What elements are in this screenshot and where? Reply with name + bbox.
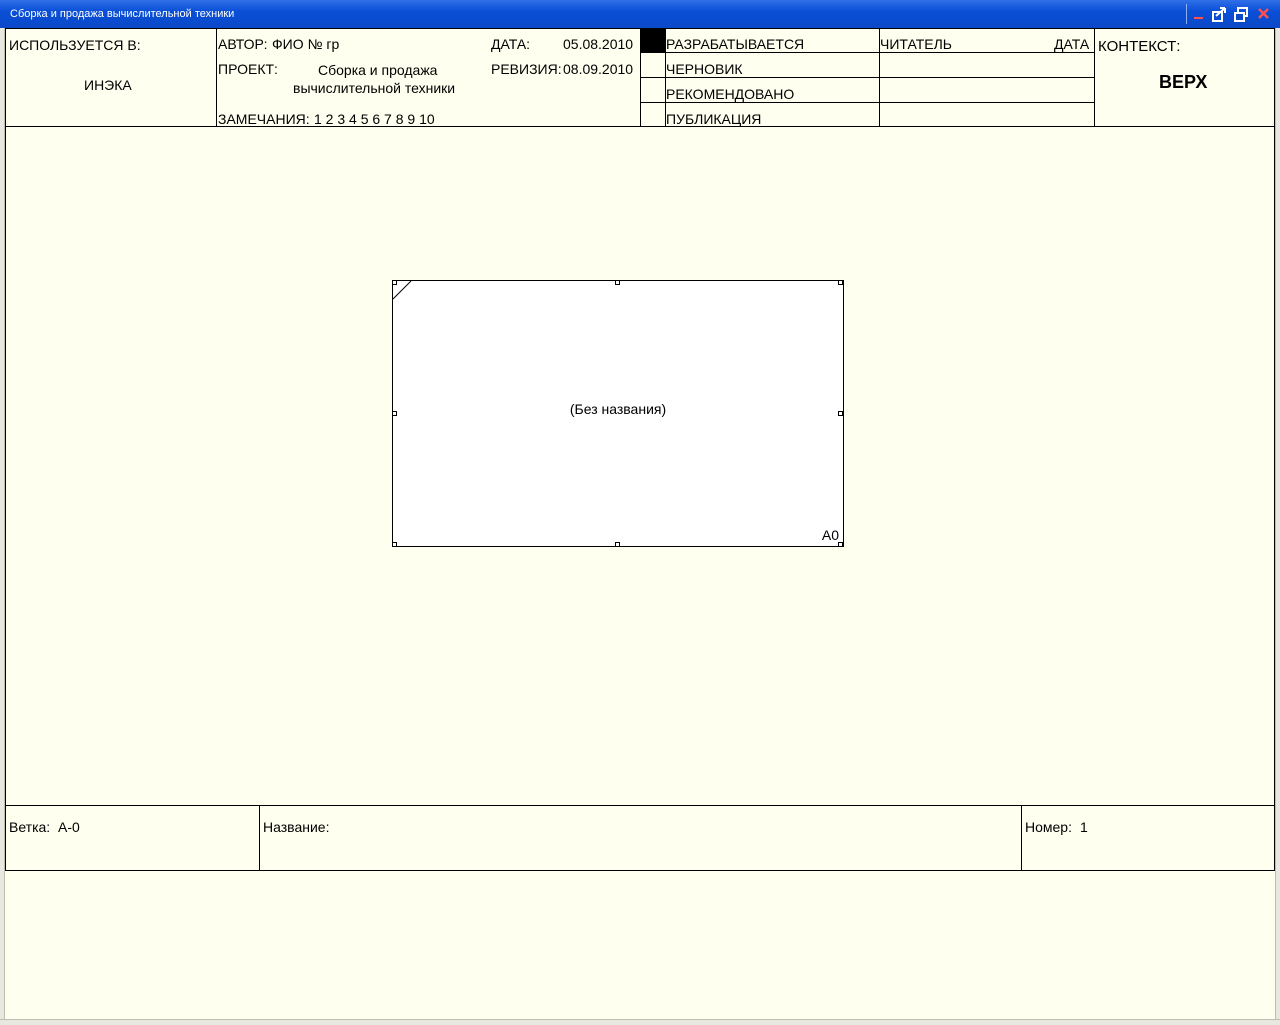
footer-top-line	[5, 805, 1275, 806]
project-name-line2[interactable]: вычислительной техники	[293, 80, 455, 96]
reader-label: ЧИТАТЕЛЬ	[880, 36, 952, 52]
title-label: Название:	[263, 819, 330, 835]
close-icon[interactable]	[1255, 5, 1273, 23]
status-working[interactable]: РАЗРАБАТЫВАЕТСЯ	[666, 36, 804, 52]
window-border-right	[1275, 28, 1280, 1024]
resize-handle[interactable]	[615, 280, 620, 285]
header-divider	[216, 28, 217, 127]
resize-handle[interactable]	[392, 411, 397, 416]
date-label: ДАТА:	[491, 36, 531, 52]
context-label: КОНТЕКСТ:	[1098, 38, 1181, 55]
number-value[interactable]: 1	[1080, 819, 1088, 835]
status-recommended[interactable]: РЕКОМЕНДОВАНО	[666, 86, 794, 102]
maximize-icon[interactable]	[1232, 5, 1250, 23]
notes-values[interactable]: 1 2 3 4 5 6 7 8 9 10	[314, 111, 435, 127]
project-label: ПРОЕКТ:	[218, 61, 278, 77]
date-value[interactable]: 05.08.2010	[563, 36, 633, 52]
header-row-line	[640, 52, 1095, 53]
status-publication[interactable]: ПУБЛИКАЦИЯ	[666, 111, 761, 127]
activity-box-number: А0	[821, 527, 839, 543]
resize-handle[interactable]	[838, 542, 843, 547]
footer-divider	[259, 805, 260, 871]
resize-handle[interactable]	[838, 411, 843, 416]
resize-handle[interactable]	[615, 542, 620, 547]
number-label: Номер:	[1025, 819, 1072, 835]
header-row-line	[640, 77, 1095, 78]
window-titlebar[interactable]: Сборка и продажа вычислительной техники	[0, 0, 1280, 28]
header-row-line	[640, 102, 1095, 103]
project-name-line1[interactable]: Сборка и продажа	[318, 62, 437, 78]
resize-handle[interactable]	[392, 280, 397, 285]
used-in-label: ИСПОЛЬЗУЕТСЯ В:	[9, 37, 141, 53]
resize-handle[interactable]	[838, 280, 843, 285]
node-value[interactable]: А-0	[58, 819, 80, 835]
footer-divider	[1021, 805, 1022, 871]
window-title: Сборка и продажа вычислительной техники	[10, 8, 235, 20]
node-label: Ветка:	[9, 819, 51, 835]
author-value[interactable]: ФИО № гр	[272, 36, 339, 52]
activity-box[interactable]: (Без названия) А0	[392, 280, 844, 547]
minimize-icon[interactable]	[1190, 5, 1208, 23]
activity-box-label[interactable]: (Без названия)	[393, 401, 843, 417]
status-draft[interactable]: ЧЕРНОВИК	[666, 61, 743, 77]
author-label: АВТОР:	[218, 36, 268, 52]
resize-handle[interactable]	[392, 542, 397, 547]
context-value: ВЕРХ	[1159, 72, 1208, 92]
notes-label: ЗАМЕЧАНИЯ:	[218, 111, 310, 127]
reader-date-label: ДАТА	[1054, 36, 1090, 52]
window-border-bottom	[0, 1019, 1280, 1025]
revision-value[interactable]: 08.09.2010	[563, 61, 633, 77]
titlebar-divider	[1186, 4, 1187, 24]
status-marker[interactable]	[641, 28, 665, 52]
used-in-value[interactable]: ИНЭКА	[84, 77, 132, 93]
revision-label: РЕВИЗИЯ:	[491, 61, 562, 77]
restore-icon[interactable]	[1210, 5, 1228, 23]
